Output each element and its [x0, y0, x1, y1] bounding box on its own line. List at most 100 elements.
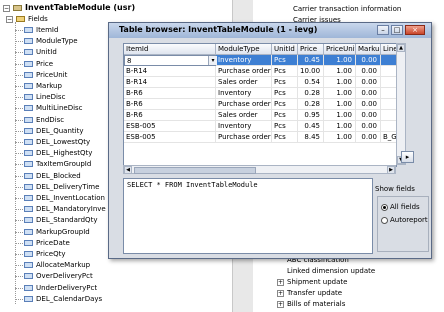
tree-root[interactable]: − InventTableModule (usr) — [3, 3, 135, 13]
table-cell[interactable]: Pcs — [272, 121, 298, 132]
table-cell[interactable]: 0.00 — [356, 132, 381, 143]
close-button[interactable]: × — [405, 25, 425, 35]
table-cell[interactable]: B-R14 — [124, 66, 216, 77]
scroll-left-icon[interactable]: ◀ — [124, 166, 132, 174]
table-cell[interactable] — [381, 66, 396, 77]
tree-field-item[interactable]: MultiLineDisc — [24, 103, 83, 113]
tree-fields-node[interactable]: − Fields — [6, 14, 48, 24]
table-cell[interactable]: 0.28 — [298, 99, 324, 110]
table-cell[interactable] — [381, 88, 396, 99]
table-cell[interactable]: 0.00 — [356, 99, 381, 110]
table-cell[interactable]: 0.95 — [298, 110, 324, 121]
table-cell[interactable]: B_GLD — [381, 132, 396, 143]
tree-field-item[interactable]: DEL_MandatoryInve — [24, 204, 106, 214]
radio-selected-icon[interactable] — [381, 203, 388, 211]
tree-field-item[interactable]: DEL_CalendarDays — [24, 294, 102, 304]
tree-field-item[interactable]: EndDisc — [24, 115, 64, 125]
column-header[interactable]: Price — [298, 44, 324, 55]
table-cell[interactable]: 1.00 — [324, 110, 356, 121]
table-cell[interactable]: Sales order — [216, 110, 272, 121]
table-cell[interactable]: 10.00 — [298, 66, 324, 77]
table-cell[interactable]: B-R14 — [124, 77, 216, 88]
tree-field-item[interactable]: Markup — [24, 81, 62, 91]
tree-field-item[interactable]: DEL_Blocked — [24, 171, 81, 181]
table-cell[interactable]: 0.00 — [356, 110, 381, 121]
tree-field-item[interactable]: OverDeliveryPct — [24, 271, 93, 281]
expand-icon[interactable]: + — [277, 290, 284, 297]
right-panel-item[interactable]: + Shipment update — [277, 277, 347, 287]
tree-field-item[interactable]: TaxItemGroupId — [24, 159, 91, 169]
dropdown-arrow-icon[interactable]: ▾ — [208, 56, 217, 65]
tree-field-item[interactable]: Price — [24, 59, 53, 69]
tree-field-item[interactable]: DEL_Quantity — [24, 126, 83, 136]
table-cell[interactable] — [381, 55, 396, 66]
table-cell[interactable]: 8.45 — [298, 132, 324, 143]
table-cell[interactable]: Purchase order — [216, 132, 272, 143]
column-header[interactable]: LineDisc — [381, 44, 396, 55]
expand-icon[interactable]: + — [277, 301, 284, 308]
table-cell[interactable]: Pcs — [272, 55, 298, 66]
table-cell[interactable]: 0.45 — [298, 121, 324, 132]
scroll-thumb[interactable] — [134, 167, 256, 174]
tree-field-item[interactable]: PriceQty — [24, 249, 65, 259]
tree-field-item[interactable]: DEL_LowestQty — [24, 137, 90, 147]
table-cell[interactable]: 0.45 — [298, 55, 324, 66]
table-cell[interactable]: B-R6 — [124, 99, 216, 110]
right-panel-item[interactable]: + Bills of materials — [277, 299, 345, 309]
table-cell[interactable] — [381, 77, 396, 88]
run-query-button[interactable]: ▸ — [401, 151, 414, 163]
tree-field-item[interactable]: ModuleType — [24, 36, 78, 46]
table-cell[interactable]: 1.00 — [324, 132, 356, 143]
table-cell[interactable] — [381, 121, 396, 132]
column-header[interactable]: UnitId — [272, 44, 298, 55]
table-cell[interactable]: B-R6 — [124, 88, 216, 99]
radio-unselected-icon[interactable] — [381, 216, 388, 224]
tree-field-item[interactable]: PriceUnit — [24, 70, 67, 80]
table-cell[interactable]: Pcs — [272, 88, 298, 99]
table-cell[interactable]: 0.00 — [356, 121, 381, 132]
right-panel-item[interactable]: + Transfer update — [277, 288, 342, 298]
horizontal-scrollbar[interactable]: ◀ ▶ — [123, 165, 396, 174]
vertical-scrollbar[interactable]: ▲ ▼ — [396, 43, 406, 165]
table-cell[interactable]: Inventory — [216, 55, 272, 66]
column-header[interactable]: ItemId — [124, 44, 216, 55]
tree-field-item[interactable]: DEL_DeliveryTime — [24, 182, 99, 192]
tree-field-item[interactable]: LineDisc — [24, 92, 65, 102]
scroll-up-icon[interactable]: ▲ — [397, 44, 405, 52]
table-cell[interactable]: B-R6 — [124, 110, 216, 121]
table-cell[interactable]: 0.00 — [356, 66, 381, 77]
collapse-icon[interactable]: − — [6, 15, 13, 23]
title-bar[interactable]: Table browser: InventTableModule (1 - ie… — [109, 23, 431, 38]
scroll-right-icon[interactable]: ▶ — [387, 166, 395, 174]
radio-all-fields[interactable]: All fields — [381, 203, 420, 211]
table-cell[interactable]: ESB-005 — [124, 132, 216, 143]
right-panel-item[interactable]: Linked dimension update — [277, 266, 375, 276]
cell-editor[interactable]: 8 — [124, 55, 216, 66]
tree-field-item[interactable]: UnderDeliveryPct — [24, 283, 97, 293]
table-cell[interactable] — [381, 110, 396, 121]
table-cell[interactable]: ESB-005 — [124, 121, 216, 132]
table-cell[interactable]: 1.00 — [324, 77, 356, 88]
expand-icon[interactable]: + — [277, 279, 284, 286]
table-cell[interactable]: Pcs — [272, 77, 298, 88]
table-cell[interactable]: Inventory — [216, 121, 272, 132]
tree-field-item[interactable]: DEL_StandardQty — [24, 215, 97, 225]
table-cell[interactable]: Inventory — [216, 88, 272, 99]
sql-input[interactable]: SELECT * FROM InventTableModule — [123, 178, 373, 254]
table-cell[interactable]: 1.00 — [324, 66, 356, 77]
table-cell[interactable]: Purchase order — [216, 99, 272, 110]
tree-field-item[interactable]: DEL_InventLocation — [24, 193, 105, 203]
maximize-button[interactable]: □ — [391, 25, 403, 35]
table-cell[interactable]: 0.28 — [298, 88, 324, 99]
table-cell[interactable] — [381, 99, 396, 110]
column-header[interactable]: ModuleType — [216, 44, 272, 55]
collapse-icon[interactable]: − — [3, 4, 10, 12]
table-cell[interactable]: Pcs — [272, 66, 298, 77]
table-cell[interactable]: Pcs — [272, 99, 298, 110]
tree-field-item[interactable]: AllocateMarkup — [24, 260, 90, 270]
table-cell[interactable]: Sales order — [216, 77, 272, 88]
tree-field-item[interactable]: DEL_HighestQty — [24, 148, 92, 158]
tree-field-item[interactable]: PriceDate — [24, 238, 70, 248]
table-cell[interactable]: 1.00 — [324, 88, 356, 99]
data-grid[interactable]: ItemId ModuleType UnitId Price PriceUnit Mark… — [123, 43, 397, 167]
